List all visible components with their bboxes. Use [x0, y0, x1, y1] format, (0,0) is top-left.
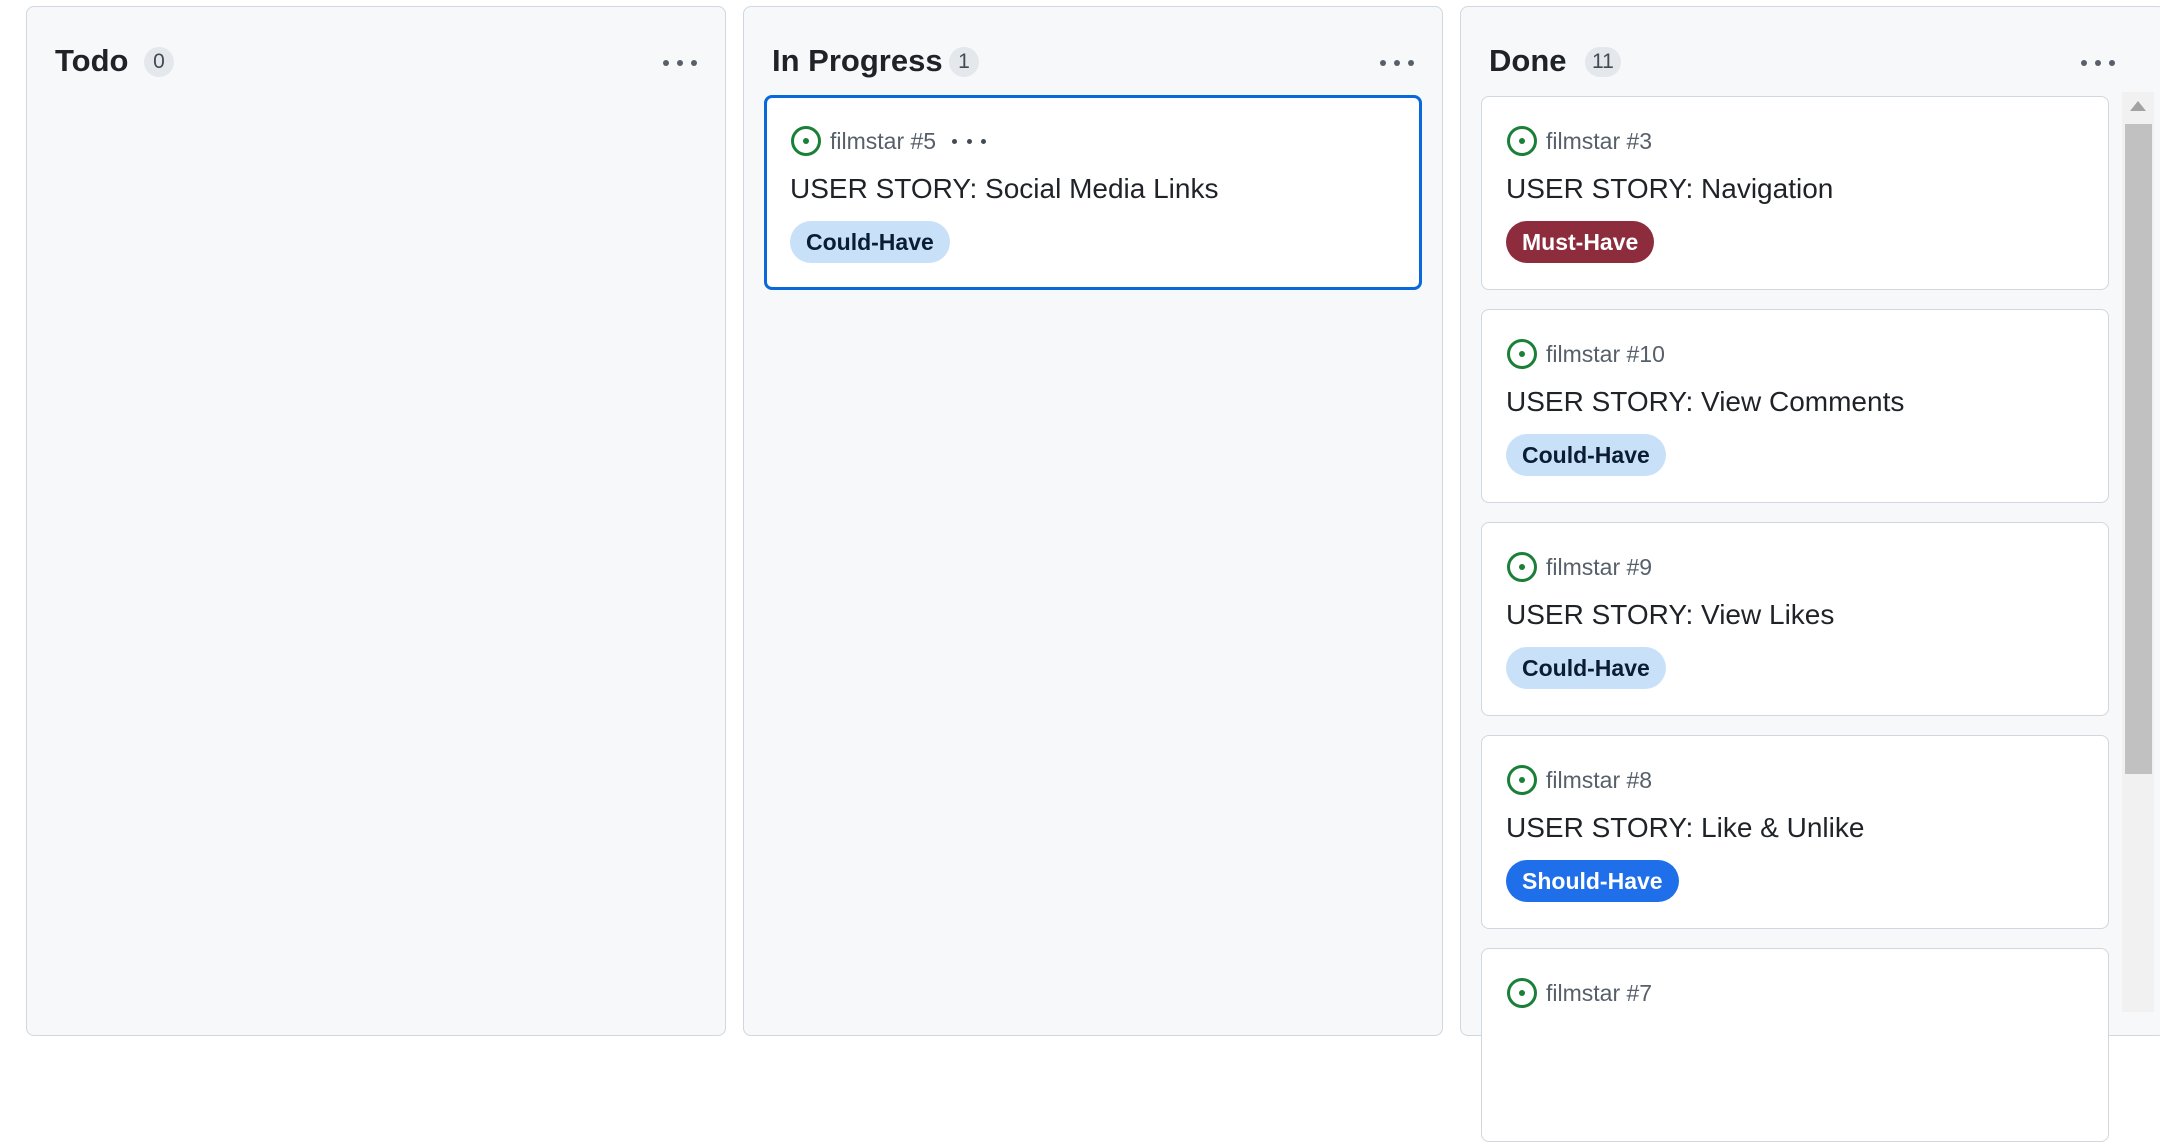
label-could-have[interactable]: Could-Have [790, 221, 950, 263]
issue-opened-icon [791, 126, 821, 156]
column-count-badge: 11 [1585, 47, 1621, 77]
card-repo-number[interactable]: filmstar #8 [1546, 767, 1652, 794]
kebab-horizontal-icon [663, 60, 669, 66]
kebab-horizontal-icon [1380, 60, 1386, 66]
kebab-horizontal-icon [952, 138, 958, 144]
issue-card[interactable]: filmstar #3 USER STORY: Navigation Must-… [1481, 96, 2109, 290]
column-scrollbar[interactable] [2122, 92, 2154, 1012]
issue-card[interactable]: filmstar #5 USER STORY: Social Media Lin… [764, 95, 1422, 290]
column-title: In Progress [772, 43, 943, 78]
card-title[interactable]: USER STORY: Social Media Links [790, 169, 1218, 209]
issue-card[interactable]: filmstar #7 [1481, 948, 2109, 1142]
column-in-progress: In Progress 1 filmstar #5 USER STORY: So… [743, 6, 1443, 1036]
issue-opened-icon [1507, 552, 1537, 582]
card-more-button[interactable] [952, 131, 987, 151]
label-could-have[interactable]: Could-Have [1506, 434, 1666, 476]
column-count-badge: 0 [144, 47, 174, 77]
issue-card[interactable]: filmstar #8 USER STORY: Like & Unlike Sh… [1481, 735, 2109, 929]
card-repo-number[interactable]: filmstar #10 [1546, 341, 1665, 368]
column-header: Todo 0 [27, 7, 725, 107]
card-title[interactable]: USER STORY: Like & Unlike [1506, 808, 1864, 848]
issue-opened-icon [1507, 126, 1537, 156]
project-board: Todo 0 In Progress 1 filmstar #5 USER ST… [0, 0, 2160, 1142]
column-menu-button[interactable] [2079, 45, 2117, 81]
column-header: Done 11 [1461, 7, 2160, 107]
column-menu-button[interactable] [1378, 45, 1416, 81]
scrollbar-thumb[interactable] [2125, 124, 2152, 774]
card-meta: filmstar #9 [1506, 549, 1652, 585]
card-meta: filmstar #5 [790, 123, 987, 159]
card-title[interactable]: USER STORY: View Comments [1506, 382, 1904, 422]
label-could-have[interactable]: Could-Have [1506, 647, 1666, 689]
card-meta: filmstar #3 [1506, 123, 1652, 159]
column-header: In Progress 1 [744, 7, 1442, 107]
card-title[interactable]: USER STORY: Navigation [1506, 169, 1833, 209]
card-meta: filmstar #8 [1506, 762, 1652, 798]
card-repo-number[interactable]: filmstar #3 [1546, 128, 1652, 155]
column-count-badge: 1 [949, 47, 979, 77]
card-title[interactable]: USER STORY: View Likes [1506, 595, 1834, 635]
column-todo: Todo 0 [26, 6, 726, 1036]
kebab-horizontal-icon [2081, 60, 2087, 66]
issue-opened-icon [1507, 339, 1537, 369]
label-must-have[interactable]: Must-Have [1506, 221, 1655, 263]
card-repo-number[interactable]: filmstar #9 [1546, 554, 1652, 581]
column-menu-button[interactable] [661, 45, 699, 81]
issue-opened-icon [1507, 978, 1537, 1008]
card-repo-number[interactable]: filmstar #5 [830, 128, 936, 155]
card-repo-number[interactable]: filmstar #7 [1546, 980, 1652, 1007]
column-done: Done 11 filmstar #3 USER STORY: Navigati… [1460, 6, 2160, 1142]
issue-card[interactable]: filmstar #9 USER STORY: View Likes Could… [1481, 522, 2109, 716]
column-title: Todo [55, 43, 129, 78]
scroll-up-arrow-icon[interactable] [2122, 92, 2154, 120]
issue-opened-icon [1507, 765, 1537, 795]
card-meta: filmstar #10 [1506, 336, 1665, 372]
column-title: Done [1489, 43, 1567, 78]
card-meta: filmstar #7 [1506, 975, 1652, 1011]
issue-card[interactable]: filmstar #10 USER STORY: View Comments C… [1481, 309, 2109, 503]
label-should-have[interactable]: Should-Have [1506, 860, 1679, 902]
